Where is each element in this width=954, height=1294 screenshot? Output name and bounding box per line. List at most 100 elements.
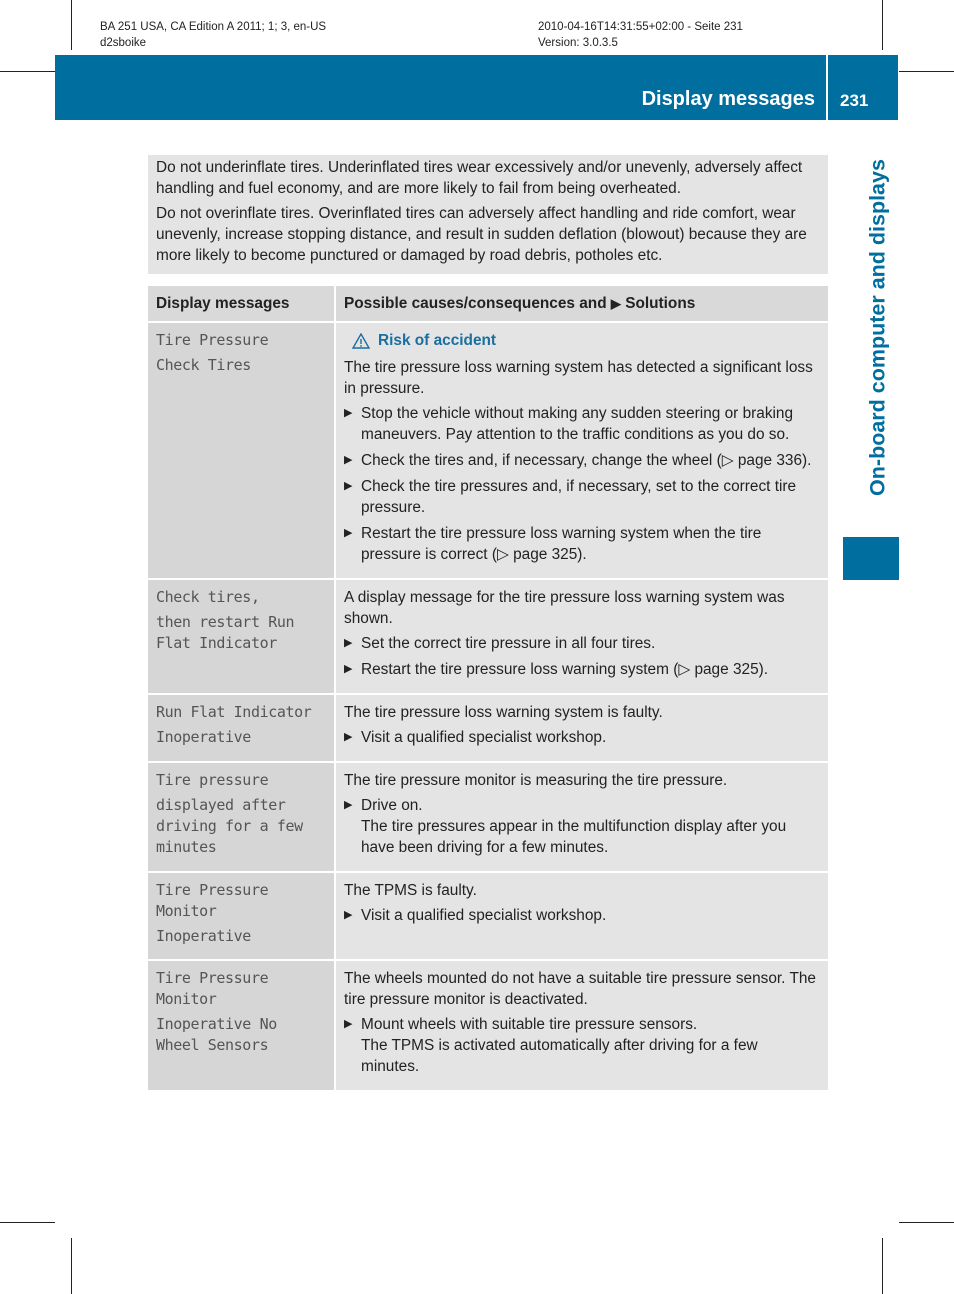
- step-text: Stop the vehicle without making any sudd…: [361, 405, 794, 443]
- timestamp: 2010-04-16T14:31:55+02:00 - Seite 231: [538, 21, 743, 33]
- cause-text: The wheels mounted do not have a suitabl…: [344, 970, 816, 1008]
- solution-step: ▶ Visit a qualified specialist workshop.: [344, 727, 820, 748]
- crop-mark: [71, 0, 72, 50]
- causes-solutions: The wheels mounted do not have a suitabl…: [335, 960, 828, 1092]
- cause-text: The tire pressure loss warning system ha…: [344, 359, 813, 397]
- header-solutions-label: Solutions: [625, 295, 696, 312]
- table-row: Tire Pressure Check Tires Risk of accide…: [148, 322, 828, 580]
- step-note: The tire pressures appear in the multifu…: [361, 818, 787, 856]
- cause-text: The tire pressure loss warning system is…: [344, 704, 663, 721]
- display-message: Tire pressure displayed after driving fo…: [148, 762, 336, 873]
- step-text: Drive on.: [361, 797, 423, 814]
- warning-paragraph: Do not underinflate tires. Underinflated…: [156, 159, 803, 197]
- message-line: Inoperative: [156, 728, 251, 746]
- author-id: d2sboike: [100, 37, 147, 49]
- solution-step: ▶ Mount wheels with suitable tire pressur…: [344, 1014, 820, 1077]
- table-row: Tire pressure displayed after driving fo…: [148, 762, 828, 873]
- risk-warning: Risk of accident: [344, 330, 820, 351]
- table-row: Run Flat Indicator Inoperative The tire …: [148, 694, 828, 763]
- step-text: Check the tires and, if necessary, chang…: [361, 452, 812, 469]
- solution-step: ▶ Check the tire pressures and, if necess…: [344, 476, 820, 518]
- crop-mark: [882, 1238, 883, 1294]
- chapter-marker: [843, 537, 899, 580]
- table-header-row: Display messages Possible causes/consequ…: [148, 286, 828, 323]
- step-text: Check the tire pressures and, if necessa…: [361, 478, 797, 516]
- solution-step: ▶ Check the tires and, if necessary, chan…: [344, 450, 820, 471]
- solutions-arrow-icon: ▶: [610, 296, 621, 311]
- step-text: Mount wheels with suitable tire pressure…: [361, 1016, 698, 1033]
- cause-text: The TPMS is faulty.: [344, 882, 477, 899]
- chapter-side-tab: On-board computer and displays: [843, 130, 899, 550]
- message-line: Tire Pressure Monitor: [156, 881, 269, 920]
- step-text: Visit a qualified specialist workshop.: [361, 729, 607, 746]
- section-title: Display messages: [641, 88, 815, 110]
- warning-triangle-icon: [352, 332, 370, 349]
- display-messages-table: Display messages Possible causes/consequ…: [148, 286, 828, 1092]
- message-line: Tire pressure: [156, 771, 269, 789]
- version: Version: 3.0.3.5: [538, 37, 618, 49]
- step-arrow-icon: ▶: [344, 799, 353, 811]
- crop-mark: [71, 1238, 72, 1294]
- tire-inflation-warning: Do not underinflate tires. Underinflated…: [148, 155, 828, 274]
- step-note: The TPMS is activated automatically afte…: [361, 1037, 758, 1075]
- header-causes-solutions: Possible causes/consequences and ▶ Solut…: [335, 286, 828, 323]
- solution-step: ▶ Set the correct tire pressure in all fo…: [344, 633, 820, 654]
- header-display-messages: Display messages: [148, 286, 336, 323]
- header-causes-label: Possible causes/consequences and: [344, 295, 607, 312]
- step-text: Visit a qualified specialist workshop.: [361, 907, 607, 924]
- step-arrow-icon: ▶: [344, 637, 353, 649]
- step-arrow-icon: ▶: [344, 480, 353, 492]
- step-arrow-icon: ▶: [344, 407, 353, 419]
- causes-solutions: The tire pressure loss warning system is…: [335, 694, 828, 763]
- table-row: Tire Pressure Monitor Inoperative No Whe…: [148, 960, 828, 1092]
- step-arrow-icon: ▶: [344, 454, 353, 466]
- step-arrow-icon: ▶: [344, 663, 353, 675]
- message-line: Inoperative No Wheel Sensors: [156, 1015, 277, 1054]
- table-row: Check tires, then restart Run Flat Indic…: [148, 579, 828, 695]
- print-meta-right: 2010-04-16T14:31:55+02:00 - Seite 231 Ve…: [538, 19, 743, 51]
- message-line: Check tires,: [156, 588, 260, 606]
- risk-label: Risk of accident: [378, 332, 497, 349]
- warning-paragraph: Do not overinflate tires. Overinflated t…: [156, 205, 807, 264]
- solution-step: ▶ Restart the tire pressure loss warning …: [344, 659, 820, 680]
- cause-text: A display message for the tire pressure …: [344, 589, 785, 627]
- banner-divider: [826, 55, 828, 120]
- crop-mark: [899, 1222, 954, 1223]
- step-arrow-icon: ▶: [344, 731, 353, 743]
- display-message: Tire Pressure Monitor Inoperative: [148, 872, 336, 961]
- message-line: then restart Run Flat Indicator: [156, 613, 295, 652]
- causes-solutions: The TPMS is faulty. ▶ Visit a qualified s…: [335, 872, 828, 961]
- causes-solutions: Risk of accident The tire pressure loss …: [335, 322, 828, 580]
- step-arrow-icon: ▶: [344, 527, 353, 539]
- solution-step: ▶ Visit a qualified specialist workshop.: [344, 905, 820, 926]
- display-message: Tire Pressure Monitor Inoperative No Whe…: [148, 960, 336, 1092]
- step-text: Restart the tire pressure loss warning s…: [361, 661, 769, 678]
- step-text: Set the correct tire pressure in all fou…: [361, 635, 656, 652]
- crop-mark: [0, 71, 55, 72]
- page-number: 231: [840, 91, 869, 110]
- chapter-title: On-board computer and displays: [865, 159, 890, 496]
- message-line: Tire Pressure: [156, 331, 269, 349]
- causes-solutions: A display message for the tire pressure …: [335, 579, 828, 695]
- step-arrow-icon: ▶: [344, 909, 353, 921]
- solution-step: ▶ Drive on. The tire pressures appear in t…: [344, 795, 820, 858]
- message-line: displayed after driving for a few minute…: [156, 796, 303, 856]
- section-banner: Display messages 231: [55, 55, 898, 120]
- crop-mark: [0, 1222, 55, 1223]
- crop-mark: [882, 0, 883, 50]
- cause-text: The tire pressure monitor is measuring t…: [344, 772, 728, 789]
- print-meta-left: BA 251 USA, CA Edition A 2011; 1; 3, en-…: [100, 19, 326, 51]
- table-row: Tire Pressure Monitor Inoperative The TP…: [148, 872, 828, 961]
- message-line: Check Tires: [156, 356, 251, 374]
- solution-step: ▶ Restart the tire pressure loss warning …: [344, 523, 820, 565]
- display-message: Tire Pressure Check Tires: [148, 322, 336, 580]
- causes-solutions: The tire pressure monitor is measuring t…: [335, 762, 828, 873]
- step-text: Restart the tire pressure loss warning s…: [361, 525, 762, 563]
- edition-info: BA 251 USA, CA Edition A 2011; 1; 3, en-…: [100, 21, 327, 33]
- step-arrow-icon: ▶: [344, 1018, 353, 1030]
- message-line: Inoperative: [156, 927, 251, 945]
- display-message: Run Flat Indicator Inoperative: [148, 694, 336, 763]
- display-message: Check tires, then restart Run Flat Indic…: [148, 579, 336, 695]
- message-line: Run Flat Indicator: [156, 703, 312, 721]
- solution-step: ▶ Stop the vehicle without making any sud…: [344, 403, 820, 445]
